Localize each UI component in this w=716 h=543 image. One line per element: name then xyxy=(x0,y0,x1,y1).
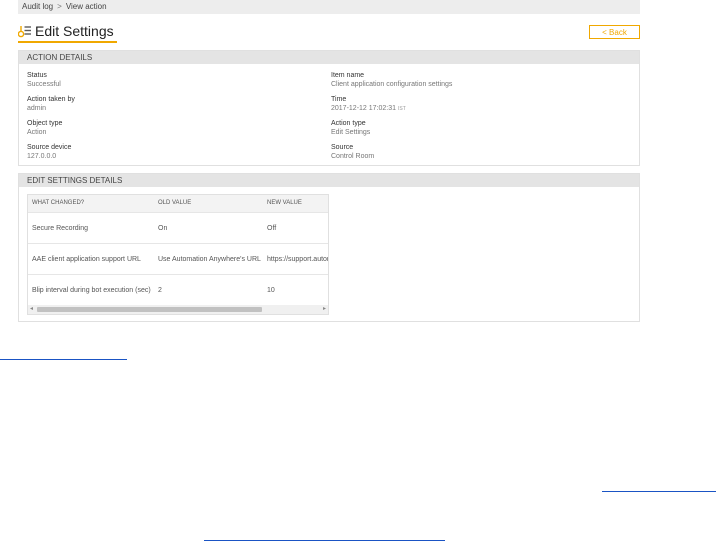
scrollbar-thumb[interactable] xyxy=(37,307,262,312)
scroll-left-icon[interactable]: ◂ xyxy=(30,305,33,314)
changes-table: WHAT CHANGED? OLD VALUE NEW VALUE Secure… xyxy=(27,194,329,315)
source-device-label: Source device xyxy=(27,144,72,151)
column-header-new-value[interactable]: NEW VALUE xyxy=(267,195,328,212)
time-value: 2017-12-12 17:02:31 IST xyxy=(331,104,406,114)
source-device-value: 127.0.0.0 xyxy=(27,153,57,160)
action-type-field: Action type Edit Settings xyxy=(331,119,370,137)
cell-new-value: 10 xyxy=(267,287,275,294)
breadcrumb-separator: > xyxy=(57,2,62,11)
object-type-label: Object type xyxy=(27,120,63,127)
item-name-label: Item name xyxy=(331,72,365,79)
link-underline[interactable] xyxy=(204,540,445,541)
action-taken-by-value: admin xyxy=(27,105,47,112)
column-header-old-value[interactable]: OLD VALUE xyxy=(158,195,191,212)
table-row: AAE client application support URL Use A… xyxy=(28,243,328,275)
object-type-field: Object type Action xyxy=(27,119,62,137)
time-zone: IST xyxy=(398,106,406,112)
cell-new-value: Off xyxy=(267,225,277,232)
cell-old-value: On xyxy=(158,225,168,232)
object-type-value: Action xyxy=(27,129,47,136)
status-field: Status Successful xyxy=(27,71,61,89)
status-label: Status xyxy=(27,72,47,79)
time-label: Time xyxy=(331,96,347,103)
column-header-what-changed[interactable]: WHAT CHANGED? xyxy=(32,195,84,212)
table-header: WHAT CHANGED? OLD VALUE NEW VALUE xyxy=(28,195,328,212)
breadcrumb: Audit log > View action xyxy=(18,0,640,14)
cell-old-value: 2 xyxy=(158,287,162,294)
breadcrumb-audit-log[interactable]: Audit log xyxy=(22,2,53,11)
cell-what-changed: AAE client application support URL xyxy=(32,256,141,263)
cell-what-changed: Secure Recording xyxy=(32,225,89,232)
action-details-panel: ACTION DETAILS Status Successful Item na… xyxy=(18,50,640,166)
link-underline[interactable] xyxy=(0,359,127,360)
source-device-field: Source device 127.0.0.0 xyxy=(27,143,71,161)
time-field: Time 2017-12-12 17:02:31 IST xyxy=(331,95,406,114)
action-type-label: Action type xyxy=(331,120,366,127)
cell-what-changed: Blip interval during bot execution (sec) xyxy=(32,287,151,294)
cell-old-value: Use Automation Anywhere's URL xyxy=(158,256,261,263)
item-name-value: Client application configuration setting… xyxy=(331,81,453,88)
cell-new-value: https://support.automationanywhere.com xyxy=(267,256,328,263)
source-label: Source xyxy=(331,144,354,151)
link-underline[interactable] xyxy=(602,491,716,492)
table-row: Secure Recording On Off xyxy=(28,212,328,244)
horizontal-scrollbar[interactable]: ◂ ▸ xyxy=(28,305,328,314)
title-underline xyxy=(18,41,117,43)
edit-settings-details-header: EDIT SETTINGS DETAILS xyxy=(19,174,639,187)
item-name-field: Item name Client application configurati… xyxy=(331,71,452,89)
source-value: Control Room xyxy=(331,153,375,160)
action-taken-by-field: Action taken by admin xyxy=(27,95,75,113)
action-type-value: Edit Settings xyxy=(331,129,371,136)
edit-settings-details-panel: EDIT SETTINGS DETAILS WHAT CHANGED? OLD … xyxy=(18,173,640,322)
back-button[interactable]: < Back xyxy=(589,25,640,39)
table-row: Blip interval during bot execution (sec)… xyxy=(28,274,328,306)
source-field: Source Control Room xyxy=(331,143,374,161)
edit-settings-icon xyxy=(17,24,32,38)
page-title: Edit Settings xyxy=(35,23,114,39)
time-value-text: 2017-12-12 17:02:31 xyxy=(331,105,396,112)
breadcrumb-current: View action xyxy=(65,2,107,11)
scroll-right-icon[interactable]: ▸ xyxy=(323,305,326,314)
status-value: Successful xyxy=(27,81,61,88)
action-details-header: ACTION DETAILS xyxy=(19,51,639,64)
action-taken-by-label: Action taken by xyxy=(27,96,75,103)
